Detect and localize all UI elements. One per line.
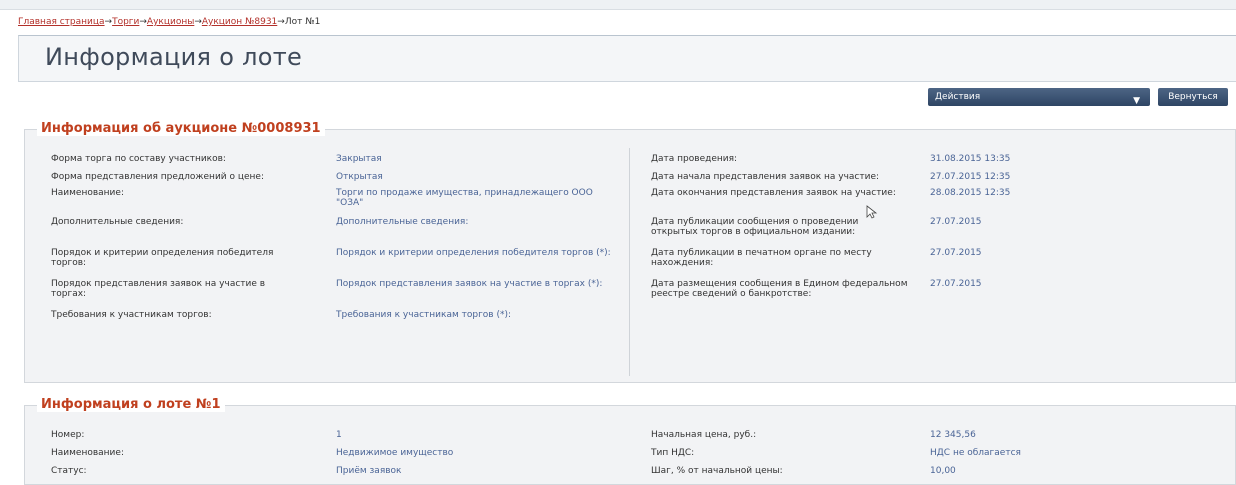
back-button[interactable]: Вернуться bbox=[1158, 88, 1228, 106]
breadcrumb-separator: → bbox=[194, 17, 202, 27]
lot-info-title: Информация о лоте №1 bbox=[37, 397, 225, 412]
field-label: Дата проведения: bbox=[651, 154, 738, 164]
breadcrumb-trades-link[interactable]: Торги bbox=[112, 17, 139, 27]
breadcrumb-separator: → bbox=[139, 17, 147, 27]
page-title: Информация о лоте bbox=[45, 43, 303, 71]
caret-down-icon: ▼ bbox=[1133, 96, 1140, 106]
field-label: Порядок представления заявок на участие … bbox=[51, 279, 266, 299]
breadcrumb-current: Лот №1 bbox=[284, 17, 321, 27]
mouse-cursor-icon bbox=[866, 205, 878, 219]
field-value: Требования к участникам торгов (*): bbox=[336, 310, 512, 320]
field-label: Шаг, % от начальной цены: bbox=[651, 466, 783, 476]
field-label: Наименование: bbox=[51, 188, 124, 198]
field-value: Недвижимое имущество bbox=[336, 448, 454, 458]
field-value: 31.08.2015 13:35 bbox=[930, 154, 1011, 164]
field-value: Закрытая bbox=[336, 154, 382, 164]
field-label: Начальная цена, руб.: bbox=[651, 430, 757, 440]
field-label: Дата размещения сообщения в Едином федер… bbox=[651, 279, 908, 299]
page-header: Информация о лоте bbox=[18, 35, 1236, 82]
breadcrumb-home-link[interactable]: Главная страница bbox=[18, 17, 105, 27]
field-label: Дата публикации в печатном органе по мес… bbox=[651, 248, 872, 268]
actions-dropdown[interactable]: Действия ▼ bbox=[928, 88, 1150, 106]
field-value: НДС не облагается bbox=[930, 448, 1021, 458]
field-label: Требования к участникам торгов: bbox=[51, 310, 212, 320]
field-value: Торги по продаже имущества, принадлежаще… bbox=[336, 188, 593, 208]
field-value: Порядок и критерии определения победител… bbox=[336, 248, 611, 258]
auction-info-panel: Информация об аукционе №0008931 Форма то… bbox=[24, 121, 1236, 383]
field-label: Тип НДС: bbox=[651, 448, 695, 458]
field-label: Дата окончания представления заявок на у… bbox=[651, 188, 896, 198]
field-label: Дата начала представления заявок на учас… bbox=[651, 172, 880, 182]
field-value: 27.07.2015 bbox=[930, 248, 982, 258]
column-divider bbox=[629, 148, 630, 376]
field-value: 27.07.2015 12:35 bbox=[930, 172, 1011, 182]
field-label: Номер: bbox=[51, 430, 85, 440]
lot-info-panel: Информация о лоте №1 Номер: 1 Наименован… bbox=[24, 397, 1236, 485]
field-value: 10,00 bbox=[930, 466, 956, 476]
field-value: 1 bbox=[336, 430, 342, 440]
field-label: Форма представления предложений о цене: bbox=[51, 172, 264, 182]
breadcrumb-separator: → bbox=[104, 17, 113, 27]
field-label: Форма торга по составу участников: bbox=[51, 154, 226, 164]
field-label: Дополнительные сведения: bbox=[51, 217, 184, 227]
field-label: Порядок и критерии определения победител… bbox=[51, 248, 274, 268]
breadcrumb-auctions-link[interactable]: Аукционы bbox=[147, 17, 194, 27]
field-value: Открытая bbox=[336, 172, 383, 182]
field-label: Дата публикации сообщения о проведении о… bbox=[651, 217, 859, 237]
breadcrumb-separator: → bbox=[277, 17, 285, 27]
field-value: 27.07.2015 bbox=[930, 279, 982, 289]
field-label: Статус: bbox=[51, 466, 87, 476]
field-value: Дополнительные сведения: bbox=[336, 217, 469, 227]
actions-dropdown-label: Действия bbox=[935, 92, 981, 102]
breadcrumb: Главная страница→Торги→Аукционы→Аукцион … bbox=[18, 17, 320, 27]
field-value: Порядок представления заявок на участие … bbox=[336, 279, 603, 289]
field-label: Наименование: bbox=[51, 448, 124, 458]
top-border bbox=[0, 0, 1236, 10]
field-value: 27.07.2015 bbox=[930, 217, 982, 227]
auction-info-title: Информация об аукционе №0008931 bbox=[37, 121, 325, 136]
breadcrumb-auction-link[interactable]: Аукцион №8931 bbox=[202, 17, 277, 27]
field-value: 28.08.2015 12:35 bbox=[930, 188, 1011, 198]
field-value: Приём заявок bbox=[336, 466, 402, 476]
field-value: 12 345,56 bbox=[930, 430, 976, 440]
